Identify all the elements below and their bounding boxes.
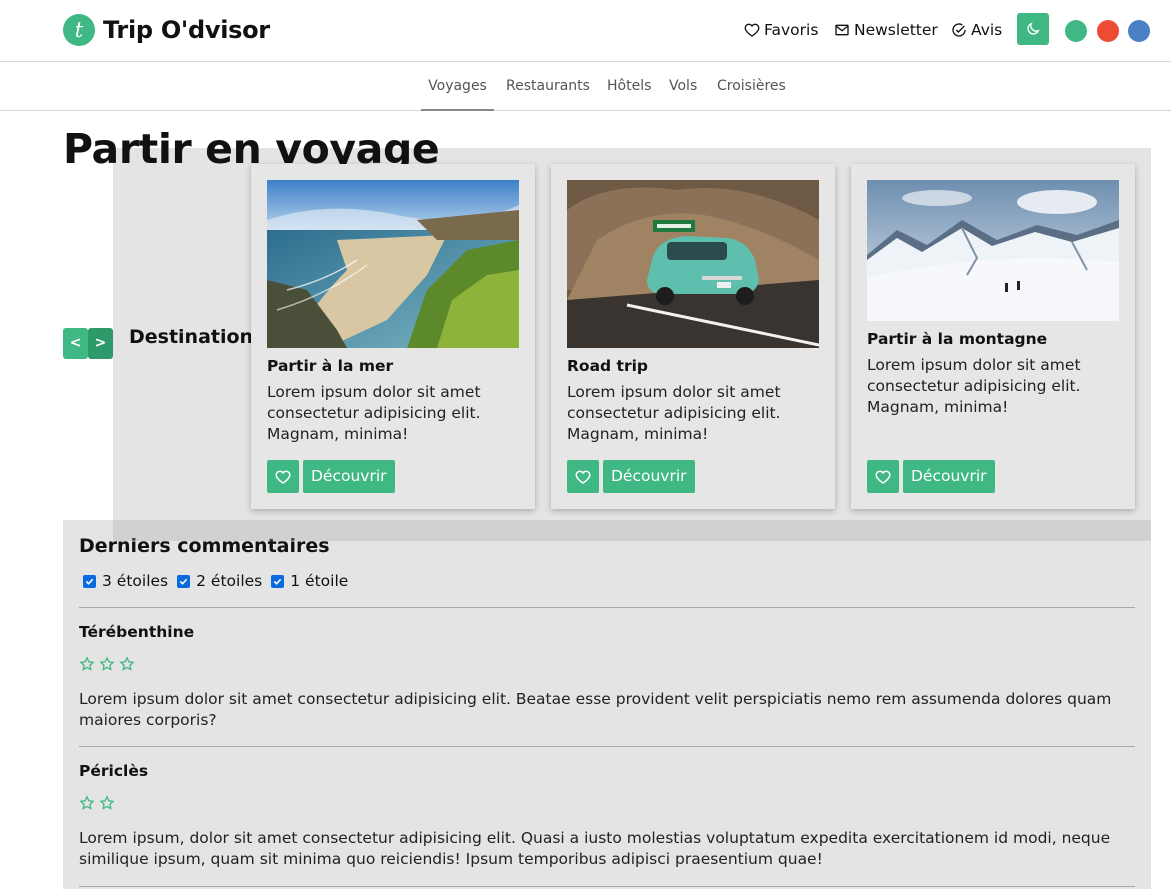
check-circle-icon [952, 23, 966, 37]
discover-button[interactable]: Découvrir [603, 460, 695, 493]
newsletter-link[interactable]: Newsletter [834, 19, 938, 41]
filter-label: 1 étoile [290, 572, 349, 590]
star-icon [99, 656, 115, 676]
check-icon [179, 578, 188, 585]
envelope-icon [835, 24, 849, 36]
avis-link[interactable]: Avis [951, 19, 1002, 41]
card-title: Partir à la mer [267, 357, 394, 375]
tab-restaurants[interactable]: Restaurants [506, 62, 590, 111]
filter-label: 3 étoiles [102, 572, 169, 590]
category-tabs: Voyages Restaurants Hôtels Vols Croisièr… [0, 62, 1171, 111]
sea-cliff-beach-image [267, 180, 519, 348]
blue-theme-dot[interactable] [1128, 20, 1150, 42]
check-icon [274, 578, 282, 585]
tab-hotels[interactable]: Hôtels [607, 62, 651, 111]
card-text: Lorem ipsum dolor sit amet consectetur a… [567, 383, 781, 443]
comment-author: Térébenthine [79, 623, 195, 641]
comment-rating [79, 795, 115, 815]
theme-toggle-button[interactable] [1017, 13, 1049, 45]
heart-icon [575, 470, 591, 484]
avis-label: Avis [971, 21, 1003, 39]
card-text: Lorem ipsum dolor sit amet consectetur a… [867, 356, 1081, 416]
star-filters: 3 étoiles 2 étoiles 1 étoile [83, 570, 357, 592]
top-header: t Trip O'dvisor Favoris Newsletter Avis [0, 0, 1171, 62]
filter-1-star[interactable]: 1 étoile [271, 570, 348, 592]
tab-voyages[interactable]: Voyages [421, 62, 494, 111]
carousel-prev-button[interactable]: < [63, 328, 88, 359]
card-title: Road trip [567, 357, 648, 375]
red-theme-dot[interactable] [1097, 20, 1119, 42]
comment-text: Lorem ipsum dolor sit amet consectetur a… [79, 690, 1112, 729]
checkbox[interactable] [271, 574, 285, 588]
star-icon [119, 656, 135, 676]
moon-icon [1027, 22, 1040, 35]
destination-card: Road trip Lorem ipsum dolor sit amet con… [551, 164, 835, 509]
heart-icon [275, 470, 291, 484]
checkbox[interactable] [177, 574, 191, 588]
comment-text: Lorem ipsum, dolor sit amet consectetur … [79, 829, 1111, 868]
filter-label: 2 étoiles [196, 572, 263, 590]
destinations-label: Destinations [129, 326, 265, 348]
favorite-button[interactable] [267, 460, 299, 493]
snowy-mountains-skiers-image [867, 180, 1119, 321]
destination-card: Partir à la mer Lorem ipsum dolor sit am… [251, 164, 535, 509]
discover-button[interactable]: Découvrir [303, 460, 395, 493]
heart-icon [744, 23, 760, 37]
star-icon [99, 795, 115, 815]
favoris-label: Favoris [764, 21, 819, 39]
check-icon [85, 578, 94, 585]
filter-3-stars[interactable]: 3 étoiles [83, 570, 168, 592]
favorite-button[interactable] [867, 460, 899, 493]
logo-icon[interactable]: t [63, 14, 95, 46]
site-title[interactable]: Trip O'dvisor [103, 14, 270, 46]
divider [79, 607, 1135, 608]
green-theme-dot[interactable] [1065, 20, 1087, 42]
filter-2-stars[interactable]: 2 étoiles [177, 570, 262, 592]
card-title: Partir à la montagne [867, 330, 1048, 348]
heart-icon [875, 470, 891, 484]
destination-card: Partir à la montagne Lorem ipsum dolor s… [851, 164, 1135, 509]
vintage-car-road-image [567, 180, 819, 348]
tab-vols[interactable]: Vols [669, 62, 697, 111]
card-text: Lorem ipsum dolor sit amet consectetur a… [267, 383, 481, 443]
newsletter-label: Newsletter [854, 21, 938, 39]
comment-rating [79, 656, 135, 676]
star-icon [79, 656, 95, 676]
comments-section: Derniers commentaires 3 étoiles 2 étoile… [63, 520, 1151, 889]
discover-button[interactable]: Découvrir [903, 460, 995, 493]
comment-author: Périclès [79, 762, 149, 780]
favoris-link[interactable]: Favoris [744, 19, 818, 41]
divider [79, 746, 1135, 747]
divider [79, 886, 1135, 887]
tab-croisieres[interactable]: Croisières [717, 62, 786, 111]
star-icon [79, 795, 95, 815]
carousel-next-button[interactable]: > [88, 328, 113, 359]
checkbox[interactable] [83, 574, 96, 588]
favorite-button[interactable] [567, 460, 599, 493]
